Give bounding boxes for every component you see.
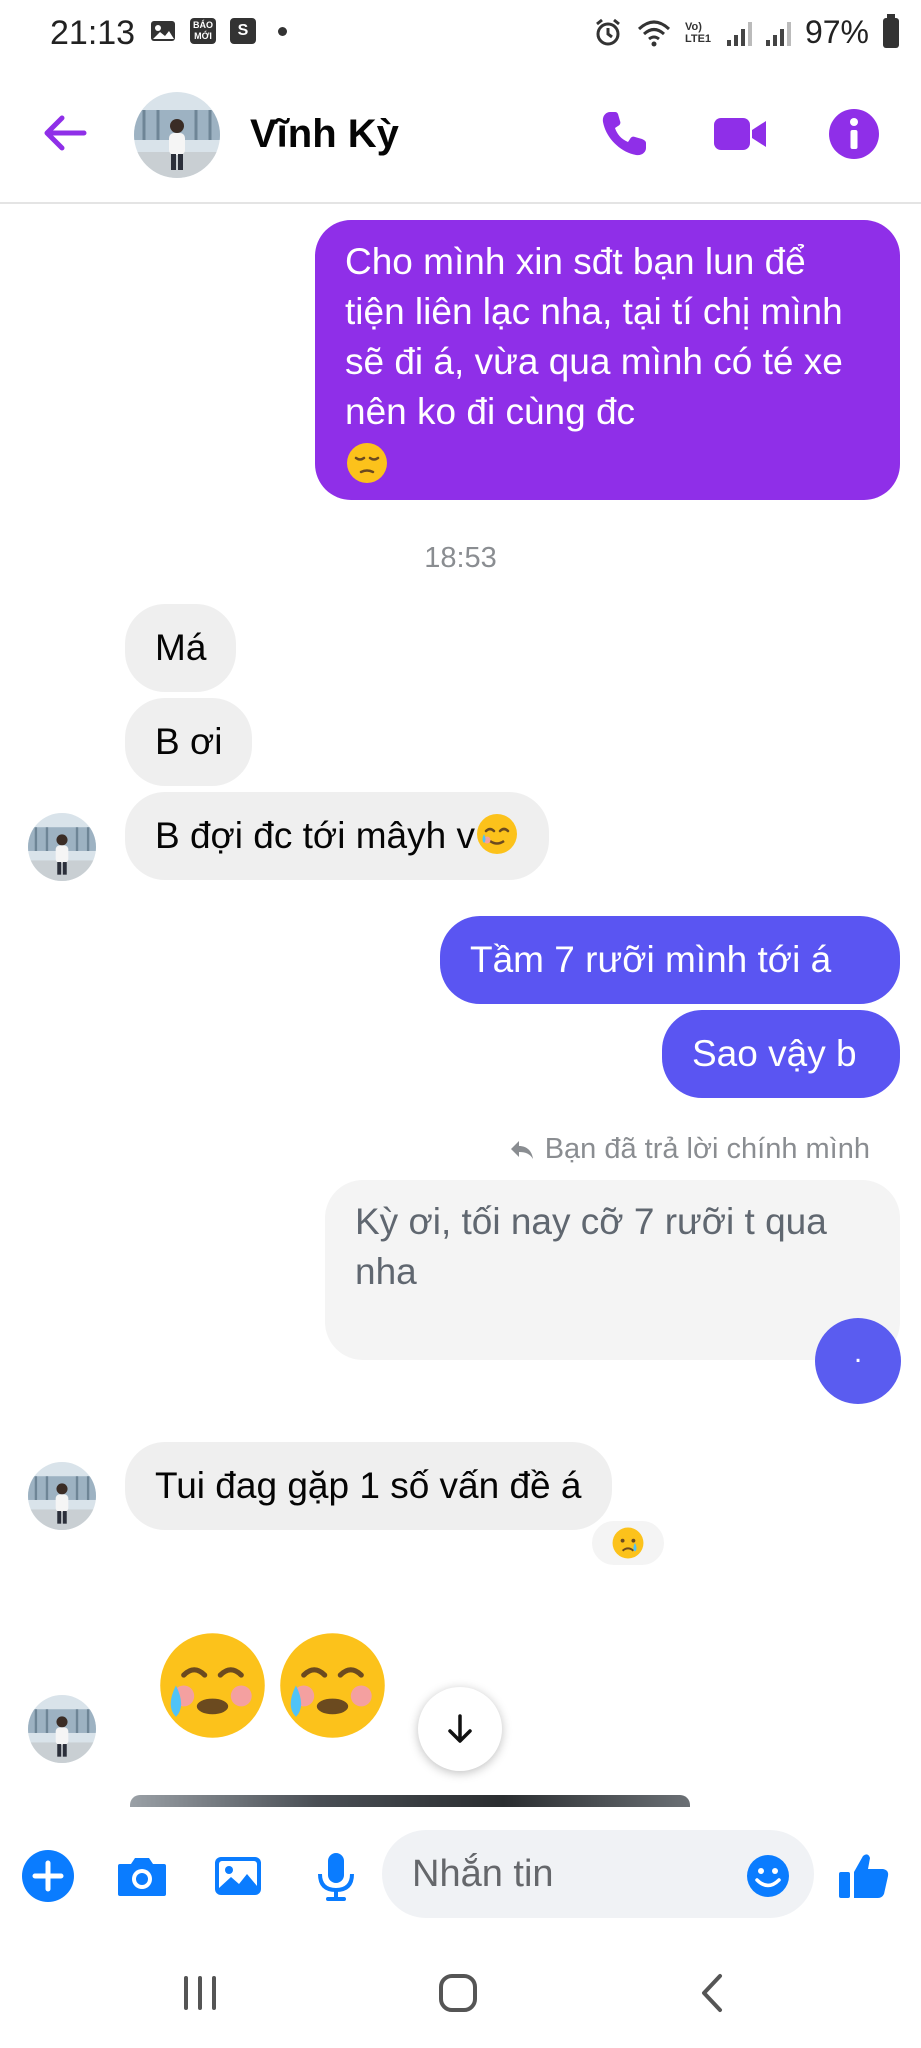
gallery-icon bbox=[151, 21, 175, 41]
news-app-icon: BÁO MỚI bbox=[190, 18, 216, 44]
thumbs-up-icon[interactable] bbox=[835, 1848, 893, 1904]
incoming-message-2[interactable]: B ơi bbox=[125, 698, 253, 786]
smiling-tear-emoji bbox=[476, 814, 517, 854]
phone-call-icon[interactable] bbox=[596, 106, 652, 162]
camera-icon[interactable] bbox=[114, 1848, 170, 1904]
incoming-message-4[interactable]: Tui đag gặp 1 số vấn đề á bbox=[125, 1442, 612, 1530]
contact-avatar-small[interactable] bbox=[28, 813, 96, 881]
shopee-icon: S bbox=[230, 18, 256, 44]
scroll-to-bottom-button[interactable] bbox=[418, 1687, 502, 1771]
message-text: Má bbox=[155, 627, 207, 668]
outgoing-message-3[interactable]: Sao vậy b bbox=[662, 1010, 900, 1098]
contact-avatar[interactable] bbox=[134, 92, 220, 178]
microphone-icon[interactable] bbox=[308, 1848, 364, 1904]
reply-arrow-icon bbox=[510, 1140, 533, 1159]
contact-avatar-small[interactable] bbox=[28, 1462, 96, 1530]
smiling-tear-emoji-large[interactable] bbox=[155, 1628, 270, 1743]
plus-icon[interactable] bbox=[20, 1848, 76, 1904]
message-text: Tầm 7 rưỡi mình tới á bbox=[470, 939, 832, 980]
network-label: Vo) LTE1 bbox=[684, 20, 712, 45]
incoming-message-1[interactable]: Má bbox=[125, 604, 237, 692]
quoted-message[interactable]: Kỳ ơi, tối nay cỡ 7 rưỡi t qua nha bbox=[325, 1180, 900, 1360]
message-text: Cho mình xin sđt bạn lun để tiện liên lạ… bbox=[345, 241, 843, 432]
status-bar: 21:13 BÁO MỚI S Vo) LTE1 97% bbox=[0, 0, 921, 66]
reply-note: Bạn đã trả lời chính mình bbox=[509, 1133, 870, 1166]
reply-bubble[interactable]: . bbox=[815, 1318, 901, 1404]
signal-icon-1 bbox=[726, 20, 752, 46]
message-text: B ơi bbox=[155, 721, 223, 762]
recent-apps-icon[interactable] bbox=[170, 1968, 230, 2018]
reply-text: . bbox=[853, 1336, 863, 1369]
outgoing-message-1[interactable]: Cho mình xin sđt bạn lun để tiện liên lạ… bbox=[315, 220, 900, 500]
android-nav-bar bbox=[0, 1938, 921, 2048]
quoted-text: Kỳ ơi, tối nay cỡ 7 rưỡi t qua nha bbox=[355, 1201, 827, 1292]
contact-avatar-small[interactable] bbox=[28, 1695, 96, 1763]
alarm-icon bbox=[596, 18, 620, 45]
battery-icon bbox=[883, 13, 899, 48]
outgoing-message-2[interactable]: Tầm 7 rưỡi mình tới á bbox=[440, 916, 900, 1004]
reply-note-text: Bạn đã trả lời chính mình bbox=[544, 1133, 870, 1165]
video-call-icon[interactable] bbox=[710, 106, 770, 162]
emoji-icon[interactable] bbox=[745, 1853, 791, 1899]
message-text: Sao vậy b bbox=[692, 1033, 857, 1074]
chat-header: Vĩnh Kỳ bbox=[0, 66, 921, 204]
signal-icon-2 bbox=[765, 20, 791, 46]
notification-icons: BÁO MỚI S bbox=[150, 18, 287, 44]
battery-percent: 97% bbox=[804, 14, 869, 50]
arrow-down-icon bbox=[448, 1714, 472, 1743]
wifi-icon bbox=[637, 20, 670, 46]
system-icons: Vo) LTE1 97% bbox=[593, 13, 899, 51]
pensive-face-emoji bbox=[347, 443, 387, 483]
message-text: B đợi đc tới mâyh v bbox=[155, 815, 475, 856]
image-message-preview[interactable] bbox=[130, 1795, 690, 1807]
home-icon[interactable] bbox=[428, 1968, 488, 2018]
back-icon[interactable] bbox=[684, 1968, 744, 2018]
back-arrow-icon[interactable] bbox=[40, 108, 90, 158]
sad-tear-emoji bbox=[612, 1527, 644, 1559]
gallery-icon[interactable] bbox=[210, 1848, 266, 1904]
contact-name[interactable]: Vĩnh Kỳ bbox=[250, 112, 399, 157]
status-time: 21:13 bbox=[50, 14, 136, 52]
info-icon[interactable] bbox=[826, 106, 882, 162]
message-text: Tui đag gặp 1 số vấn đề á bbox=[155, 1465, 582, 1506]
message-composer bbox=[0, 1808, 921, 1938]
message-timestamp: 18:53 bbox=[424, 542, 497, 574]
message-reaction[interactable] bbox=[589, 1518, 667, 1568]
incoming-message-3[interactable]: B đợi đc tới mâyh v bbox=[125, 792, 549, 880]
smiling-tear-emoji-large[interactable] bbox=[275, 1628, 390, 1743]
more-notifications-icon bbox=[278, 26, 287, 36]
